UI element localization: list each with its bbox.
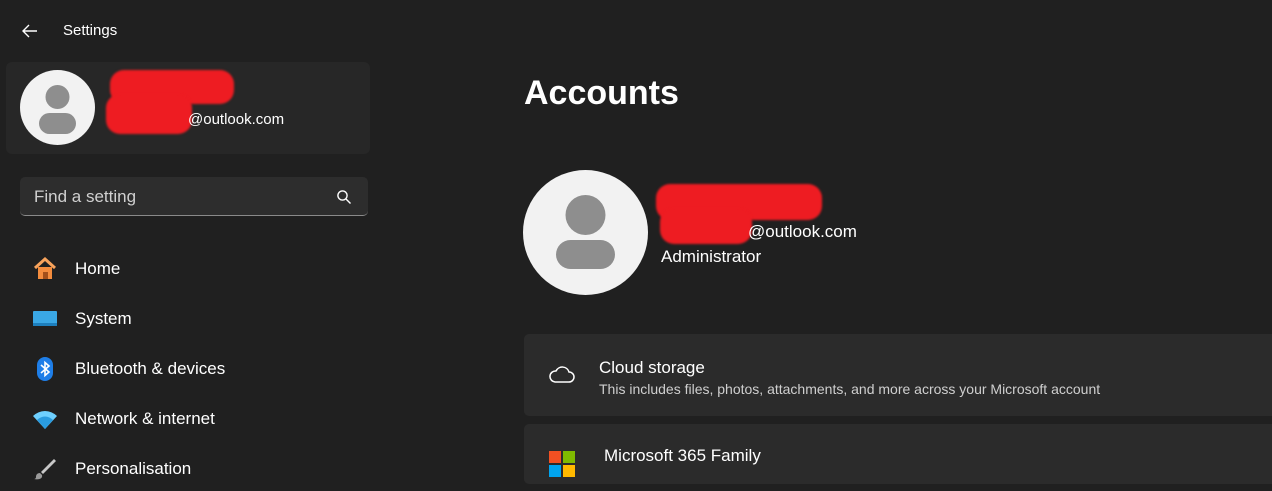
redacted-account-name-part (660, 208, 752, 244)
user-avatar-icon (39, 85, 76, 134)
redacted-name-part (106, 94, 192, 134)
card-title: Microsoft 365 Family (604, 446, 761, 465)
page-title: Accounts (524, 74, 679, 112)
cloud-icon (549, 366, 575, 383)
back-button[interactable] (18, 20, 42, 42)
cloud-storage-card[interactable]: Cloud storage This includes files, photo… (524, 334, 1272, 416)
search-box[interactable] (20, 177, 368, 217)
microsoft-365-card[interactable]: Microsoft 365 Family (524, 424, 1272, 484)
account-role: Administrator (661, 247, 762, 266)
account-avatar[interactable] (523, 170, 648, 295)
bluetooth-icon (32, 356, 58, 382)
sidebar-item-label: Home (75, 259, 121, 278)
sidebar-item-system[interactable]: System (20, 297, 370, 341)
account-email-main: @outlook.com (748, 222, 857, 241)
card-subtitle: This includes files, photos, attachments… (599, 381, 1101, 397)
home-icon (32, 256, 58, 282)
card-title: Cloud storage (599, 358, 705, 377)
sidebar-item-bluetooth[interactable]: Bluetooth & devices (20, 347, 370, 391)
back-arrow-icon (22, 24, 37, 38)
account-email: @outlook.com (188, 111, 285, 128)
user-avatar-icon (556, 195, 615, 269)
avatar (20, 70, 95, 145)
search-icon[interactable] (336, 189, 352, 205)
sidebar-item-label: Network & internet (75, 409, 215, 428)
sidebar-item-label: System (75, 309, 132, 328)
microsoft-logo-icon (549, 451, 575, 477)
sidebar-item-personalisation[interactable]: Personalisation (20, 447, 370, 491)
sidebar-item-home[interactable]: Home (20, 247, 370, 291)
sidebar-item-label: Personalisation (75, 459, 192, 478)
profile-card[interactable]: @outlook.com (6, 62, 370, 154)
search-input[interactable] (20, 177, 336, 217)
sidebar-item-label: Bluetooth & devices (75, 359, 226, 378)
title-bar: Settings (0, 0, 1272, 62)
system-icon (32, 306, 58, 332)
app-title: Settings (63, 22, 118, 39)
sidebar-item-network[interactable]: Network & internet (20, 397, 370, 441)
wifi-icon (32, 406, 58, 432)
brush-icon (32, 456, 58, 482)
